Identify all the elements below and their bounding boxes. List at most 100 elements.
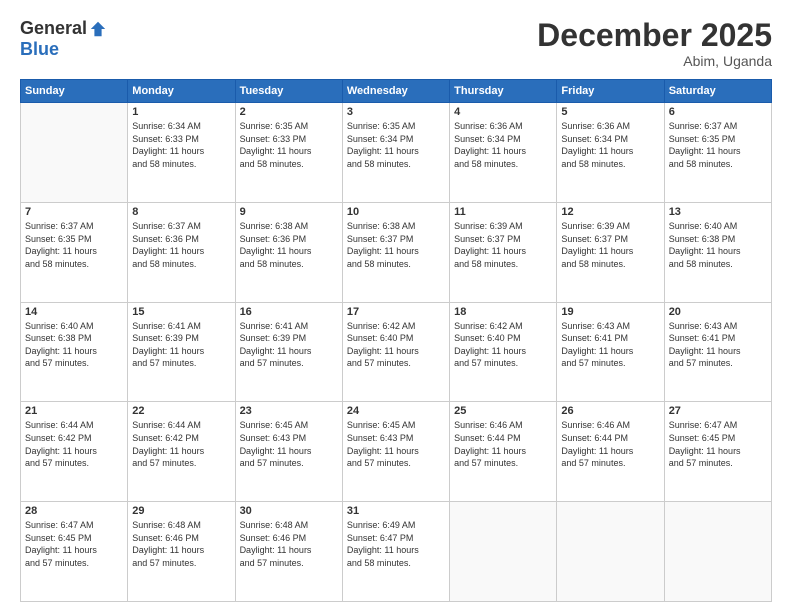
day-content: Sunrise: 6:39 AM Sunset: 6:37 PM Dayligh… xyxy=(454,220,552,270)
table-row: 3 Sunrise: 6:35 AM Sunset: 6:34 PM Daylig… xyxy=(342,103,449,203)
calendar-header-row: Sunday Monday Tuesday Wednesday Thursday… xyxy=(21,80,772,103)
col-thursday: Thursday xyxy=(450,80,557,103)
table-row: 19 Sunrise: 6:43 AM Sunset: 6:41 PM Dayli… xyxy=(557,302,664,402)
day-number: 10 xyxy=(347,206,445,218)
day-content: Sunrise: 6:48 AM Sunset: 6:46 PM Dayligh… xyxy=(132,519,230,569)
day-number: 11 xyxy=(454,206,552,218)
table-row: 8 Sunrise: 6:37 AM Sunset: 6:36 PM Daylig… xyxy=(128,202,235,302)
calendar-week-row: 28 Sunrise: 6:47 AM Sunset: 6:45 PM Dayli… xyxy=(21,502,772,602)
day-number: 9 xyxy=(240,206,338,218)
day-content: Sunrise: 6:37 AM Sunset: 6:35 PM Dayligh… xyxy=(25,220,123,270)
logo-blue-text: Blue xyxy=(20,39,59,59)
col-saturday: Saturday xyxy=(664,80,771,103)
day-content: Sunrise: 6:36 AM Sunset: 6:34 PM Dayligh… xyxy=(454,120,552,170)
table-row: 6 Sunrise: 6:37 AM Sunset: 6:35 PM Daylig… xyxy=(664,103,771,203)
day-content: Sunrise: 6:47 AM Sunset: 6:45 PM Dayligh… xyxy=(25,519,123,569)
table-row xyxy=(450,502,557,602)
table-row: 2Sunrise: 6:35 AM Sunset: 6:33 PM Daylig… xyxy=(235,103,342,203)
day-number: 31 xyxy=(347,505,445,517)
table-row: 27 Sunrise: 6:47 AM Sunset: 6:45 PM Dayli… xyxy=(664,402,771,502)
table-row: 5Sunrise: 6:36 AM Sunset: 6:34 PM Daylig… xyxy=(557,103,664,203)
day-content: Sunrise: 6:42 AM Sunset: 6:40 PM Dayligh… xyxy=(347,320,445,370)
table-row: 20 Sunrise: 6:43 AM Sunset: 6:41 PM Dayli… xyxy=(664,302,771,402)
day-number: 12 xyxy=(561,206,659,218)
logo: General Blue xyxy=(20,18,107,60)
day-content: Sunrise: 6:43 AM Sunset: 6:41 PM Dayligh… xyxy=(561,320,659,370)
table-row: 15 Sunrise: 6:41 AM Sunset: 6:39 PM Dayli… xyxy=(128,302,235,402)
col-monday: Monday xyxy=(128,80,235,103)
day-content: Sunrise: 6:39 AM Sunset: 6:37 PM Dayligh… xyxy=(561,220,659,270)
day-content: Sunrise: 6:44 AM Sunset: 6:42 PM Dayligh… xyxy=(132,419,230,469)
day-number: 8 xyxy=(132,206,230,218)
table-row xyxy=(557,502,664,602)
day-number: 16 xyxy=(240,306,338,318)
day-content: Sunrise: 6:35 AM Sunset: 6:33 PM Dayligh… xyxy=(240,120,338,170)
header: General Blue December 2025 Abim, Uganda xyxy=(20,18,772,69)
day-number: 20 xyxy=(669,306,767,318)
logo-icon xyxy=(89,20,107,38)
day-content: Sunrise: 6:47 AM Sunset: 6:45 PM Dayligh… xyxy=(669,419,767,469)
day-content: Sunrise: 6:38 AM Sunset: 6:36 PM Dayligh… xyxy=(240,220,338,270)
day-number: 7 xyxy=(25,206,123,218)
col-tuesday: Tuesday xyxy=(235,80,342,103)
day-number: 15 xyxy=(132,306,230,318)
page: General Blue December 2025 Abim, Uganda … xyxy=(0,0,792,612)
day-number: 6 xyxy=(669,106,767,118)
day-number: 28 xyxy=(25,505,123,517)
day-content: Sunrise: 6:37 AM Sunset: 6:36 PM Dayligh… xyxy=(132,220,230,270)
table-row: 13 Sunrise: 6:40 AM Sunset: 6:38 PM Dayli… xyxy=(664,202,771,302)
table-row xyxy=(664,502,771,602)
day-content: Sunrise: 6:37 AM Sunset: 6:35 PM Dayligh… xyxy=(669,120,767,170)
day-content: Sunrise: 6:45 AM Sunset: 6:43 PM Dayligh… xyxy=(347,419,445,469)
day-number: 19 xyxy=(561,306,659,318)
table-row: 28 Sunrise: 6:47 AM Sunset: 6:45 PM Dayli… xyxy=(21,502,128,602)
day-content: Sunrise: 6:44 AM Sunset: 6:42 PM Dayligh… xyxy=(25,419,123,469)
day-number: 1 xyxy=(132,106,230,118)
day-content: Sunrise: 6:46 AM Sunset: 6:44 PM Dayligh… xyxy=(454,419,552,469)
day-content: Sunrise: 6:46 AM Sunset: 6:44 PM Dayligh… xyxy=(561,419,659,469)
col-friday: Friday xyxy=(557,80,664,103)
day-content: Sunrise: 6:35 AM Sunset: 6:34 PM Dayligh… xyxy=(347,120,445,170)
table-row: 21 Sunrise: 6:44 AM Sunset: 6:42 PM Dayli… xyxy=(21,402,128,502)
table-row xyxy=(21,103,128,203)
day-content: Sunrise: 6:49 AM Sunset: 6:47 PM Dayligh… xyxy=(347,519,445,569)
table-row: 18Sunrise: 6:42 AM Sunset: 6:40 PM Dayli… xyxy=(450,302,557,402)
day-number: 18 xyxy=(454,306,552,318)
day-number: 22 xyxy=(132,405,230,417)
table-row: 1Sunrise: 6:34 AM Sunset: 6:33 PM Daylig… xyxy=(128,103,235,203)
day-number: 13 xyxy=(669,206,767,218)
logo-general-text: General xyxy=(20,18,87,39)
day-content: Sunrise: 6:40 AM Sunset: 6:38 PM Dayligh… xyxy=(25,320,123,370)
calendar-week-row: 1Sunrise: 6:34 AM Sunset: 6:33 PM Daylig… xyxy=(21,103,772,203)
table-row: 16 Sunrise: 6:41 AM Sunset: 6:39 PM Dayli… xyxy=(235,302,342,402)
table-row: 22 Sunrise: 6:44 AM Sunset: 6:42 PM Dayli… xyxy=(128,402,235,502)
calendar-week-row: 7 Sunrise: 6:37 AM Sunset: 6:35 PM Daylig… xyxy=(21,202,772,302)
day-content: Sunrise: 6:43 AM Sunset: 6:41 PM Dayligh… xyxy=(669,320,767,370)
day-number: 24 xyxy=(347,405,445,417)
calendar-table: Sunday Monday Tuesday Wednesday Thursday… xyxy=(20,79,772,602)
table-row: 26 Sunrise: 6:46 AM Sunset: 6:44 PM Dayli… xyxy=(557,402,664,502)
col-sunday: Sunday xyxy=(21,80,128,103)
calendar-week-row: 21 Sunrise: 6:44 AM Sunset: 6:42 PM Dayli… xyxy=(21,402,772,502)
table-row: 4 Sunrise: 6:36 AM Sunset: 6:34 PM Daylig… xyxy=(450,103,557,203)
day-content: Sunrise: 6:40 AM Sunset: 6:38 PM Dayligh… xyxy=(669,220,767,270)
table-row: 24 Sunrise: 6:45 AM Sunset: 6:43 PM Dayli… xyxy=(342,402,449,502)
day-number: 4 xyxy=(454,106,552,118)
day-content: Sunrise: 6:41 AM Sunset: 6:39 PM Dayligh… xyxy=(240,320,338,370)
table-row: 31 Sunrise: 6:49 AM Sunset: 6:47 PM Dayli… xyxy=(342,502,449,602)
day-number: 30 xyxy=(240,505,338,517)
day-number: 25 xyxy=(454,405,552,417)
table-row: 23Sunrise: 6:45 AM Sunset: 6:43 PM Dayli… xyxy=(235,402,342,502)
month-title: December 2025 xyxy=(537,18,772,53)
day-number: 3 xyxy=(347,106,445,118)
day-content: Sunrise: 6:36 AM Sunset: 6:34 PM Dayligh… xyxy=(561,120,659,170)
day-number: 27 xyxy=(669,405,767,417)
table-row: 10Sunrise: 6:38 AM Sunset: 6:37 PM Dayli… xyxy=(342,202,449,302)
day-number: 21 xyxy=(25,405,123,417)
day-content: Sunrise: 6:41 AM Sunset: 6:39 PM Dayligh… xyxy=(132,320,230,370)
day-number: 14 xyxy=(25,306,123,318)
table-row: 14 Sunrise: 6:40 AM Sunset: 6:38 PM Dayli… xyxy=(21,302,128,402)
day-content: Sunrise: 6:48 AM Sunset: 6:46 PM Dayligh… xyxy=(240,519,338,569)
table-row: 17Sunrise: 6:42 AM Sunset: 6:40 PM Dayli… xyxy=(342,302,449,402)
day-number: 26 xyxy=(561,405,659,417)
